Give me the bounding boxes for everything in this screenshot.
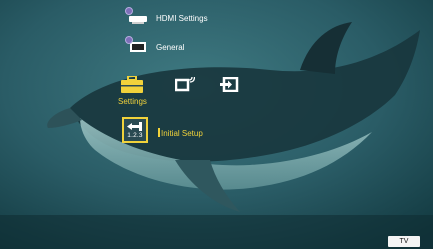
settings-label: Settings — [118, 97, 147, 106]
category-network[interactable] — [174, 76, 196, 97]
indicator-dot — [125, 7, 133, 15]
selection-cursor — [158, 128, 160, 137]
dolphin-background — [0, 0, 433, 249]
hdmi-icon — [125, 7, 148, 25]
general-icon — [125, 36, 148, 54]
indicator-dot — [125, 36, 133, 44]
setup-steps-text: 1.2.3 — [127, 131, 143, 139]
initial-setup-label: Initial Setup — [161, 129, 203, 138]
category-input[interactable] — [219, 76, 239, 97]
menu-item-hdmi-settings[interactable]: HDMI Settings — [125, 7, 208, 25]
category-settings[interactable]: Settings — [118, 76, 147, 106]
menu-item-general[interactable]: General — [125, 36, 185, 54]
network-icon — [174, 76, 196, 92]
toolbox-icon — [121, 76, 144, 93]
initial-setup-icon-box[interactable]: 1.2.3 — [122, 117, 148, 143]
hdmi-settings-label: HDMI Settings — [156, 13, 208, 23]
input-icon — [220, 76, 239, 93]
setup-arrow-icon — [127, 121, 142, 131]
menu-item-initial-setup[interactable]: Initial Setup — [158, 123, 203, 141]
tv-badge: TV — [388, 236, 420, 247]
general-label: General — [156, 42, 185, 52]
